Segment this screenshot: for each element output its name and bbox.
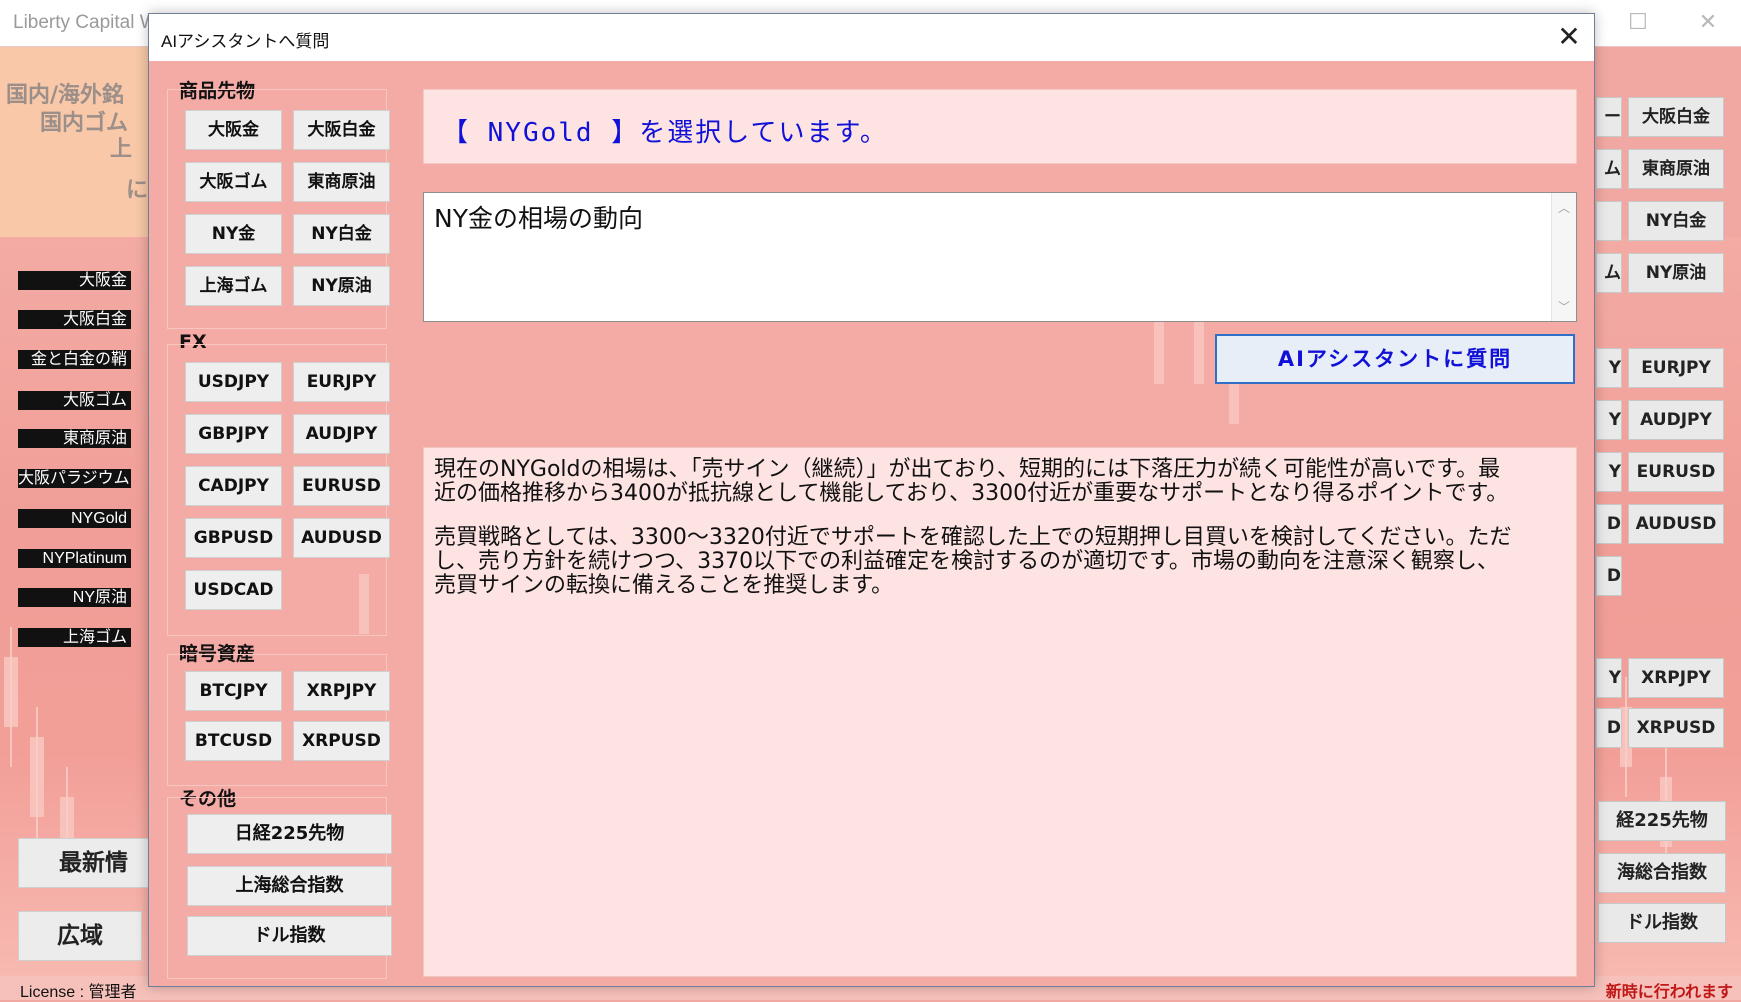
background-label: 大阪白金 (18, 310, 131, 329)
answer-panel: 現在のNYGoldの相場は、「売サイン（継続）」が出ており、短期的には下落圧力が… (423, 447, 1577, 977)
right-button-xrpusd[interactable]: XRPUSD (1628, 708, 1724, 748)
button-tosho-crude[interactable]: 東商原油 (293, 162, 390, 202)
ask-ai-button[interactable]: AIアシスタントに質問 (1215, 334, 1575, 384)
right-button-ny-crude[interactable]: NY原油 (1628, 253, 1724, 293)
right-button-shanghai[interactable]: 海総合指数 (1598, 853, 1726, 893)
button-xrpjpy[interactable]: XRPJPY (293, 671, 390, 711)
close-icon[interactable]: ✕ (1688, 6, 1728, 40)
background-label: 大阪ゴム (18, 391, 131, 410)
header-line: 上 (110, 137, 133, 162)
button-shanghai-rubber[interactable]: 上海ゴム (185, 266, 282, 306)
ai-assistant-dialog: AIアシスタントへ質問 ✕ 商品先物 大阪金 大阪白金 大阪ゴム 東商原油 NY… (148, 13, 1595, 987)
button-shanghai-composite[interactable]: 上海総合指数 (187, 866, 392, 906)
right-stub-button[interactable]: Y (1596, 452, 1622, 492)
button-ny-gold[interactable]: NY金 (185, 214, 282, 254)
button-dollar-index[interactable]: ドル指数 (187, 916, 392, 956)
right-stub-button[interactable]: D (1596, 556, 1622, 596)
right-stub-button[interactable]: D (1596, 504, 1622, 544)
button-osaka-rubber[interactable]: 大阪ゴム (185, 162, 282, 202)
button-btcjpy[interactable]: BTCJPY (185, 671, 282, 711)
button-cadjpy[interactable]: CADJPY (185, 466, 282, 506)
license-text: License : 管理者 (20, 984, 137, 1001)
right-button-nikkei[interactable]: 経225先物 (1598, 801, 1726, 841)
answer-paragraph: 現在のNYGoldの相場は、「売サイン（継続）」が出ており、短期的には下落圧力が… (434, 457, 1509, 506)
background-label: NY原油 (18, 588, 131, 607)
background-label: 上海ゴム (18, 628, 131, 647)
maximize-icon[interactable]: ☐ (1618, 6, 1658, 40)
button-xrpusd[interactable]: XRPUSD (293, 721, 390, 761)
button-audusd[interactable]: AUDUSD (293, 518, 390, 558)
selection-banner: 【 NYGold 】を選択しています。 (423, 89, 1577, 164)
button-gbpjpy[interactable]: GBPJPY (185, 414, 282, 454)
background-label: NYPlatinum (18, 549, 131, 568)
scroll-down-icon[interactable]: ﹀ (1552, 298, 1576, 315)
status-notice: 新時に行われます (1605, 984, 1733, 1001)
button-ny-crude[interactable]: NY原油 (293, 266, 390, 306)
right-stub-button[interactable]: ー (1596, 97, 1622, 137)
selection-text: 【 NYGold 】を選択しています。 (442, 118, 888, 148)
latest-info-button[interactable]: 最新情 (18, 838, 150, 888)
dialog-title: AIアシスタントへ質問 (161, 32, 330, 51)
background-label: 大阪金 (18, 271, 131, 290)
background-header-panel: 国内/海外銘 国内ゴム 上 に (0, 47, 150, 237)
header-line: に (126, 178, 149, 203)
right-button-xrpjpy[interactable]: XRPJPY (1628, 658, 1724, 698)
right-stub-button[interactable] (1596, 201, 1622, 241)
right-button-osaka-platinum[interactable]: 大阪白金 (1628, 97, 1724, 137)
right-button-dollar-index[interactable]: ドル指数 (1598, 903, 1726, 943)
background-label: 東商原油 (18, 429, 131, 448)
dialog-titlebar: AIアシスタントへ質問 ✕ (149, 14, 1594, 61)
button-osaka-platinum[interactable]: 大阪白金 (293, 110, 390, 150)
button-eurusd[interactable]: EURUSD (293, 466, 390, 506)
button-eurjpy[interactable]: EURJPY (293, 362, 390, 402)
button-usdcad[interactable]: USDCAD (185, 570, 282, 610)
button-nikkei-225[interactable]: 日経225先物 (187, 814, 392, 854)
background-label: NYGold (18, 509, 131, 528)
right-stub-button[interactable]: Y (1596, 400, 1622, 440)
right-button-eurusd[interactable]: EURUSD (1628, 452, 1724, 492)
question-scrollbar[interactable]: ︿ ﹀ (1551, 193, 1576, 321)
button-usdjpy[interactable]: USDJPY (185, 362, 282, 402)
button-gbpusd[interactable]: GBPUSD (185, 518, 282, 558)
button-osaka-gold[interactable]: 大阪金 (185, 110, 282, 150)
button-audjpy[interactable]: AUDJPY (293, 414, 390, 454)
right-button-ny-platinum[interactable]: NY白金 (1628, 201, 1724, 241)
scroll-up-icon[interactable]: ︿ (1552, 199, 1576, 216)
right-button-audusd[interactable]: AUDUSD (1628, 504, 1724, 544)
right-stub-button[interactable]: ム (1596, 253, 1622, 293)
background-label: 金と白金の鞘 (18, 350, 131, 369)
background-label: 大阪パラジウム (18, 469, 131, 488)
right-button-eurjpy[interactable]: EURJPY (1628, 348, 1724, 388)
right-stub-button[interactable]: ム (1596, 149, 1622, 189)
background-window-title: Liberty Capital W (13, 12, 158, 33)
question-text[interactable]: NY金の相場の動向 (434, 199, 643, 235)
right-stub-button[interactable]: Y (1596, 348, 1622, 388)
right-stub-button[interactable]: D (1596, 708, 1622, 748)
answer-paragraph: 売買戦略としては、3300～3320付近でサポートを確認した上での短期押し目買い… (434, 525, 1512, 598)
close-icon[interactable]: ✕ (1544, 14, 1594, 61)
right-stub-button[interactable]: Y (1596, 658, 1622, 698)
question-input[interactable]: NY金の相場の動向 ︿ ﹀ (423, 192, 1577, 322)
wide-area-button[interactable]: 広域 (18, 911, 142, 961)
right-button-audjpy[interactable]: AUDJPY (1628, 400, 1724, 440)
right-button-tosho-crude[interactable]: 東商原油 (1628, 149, 1724, 189)
button-btcusd[interactable]: BTCUSD (185, 721, 282, 761)
button-ny-platinum[interactable]: NY白金 (293, 214, 390, 254)
